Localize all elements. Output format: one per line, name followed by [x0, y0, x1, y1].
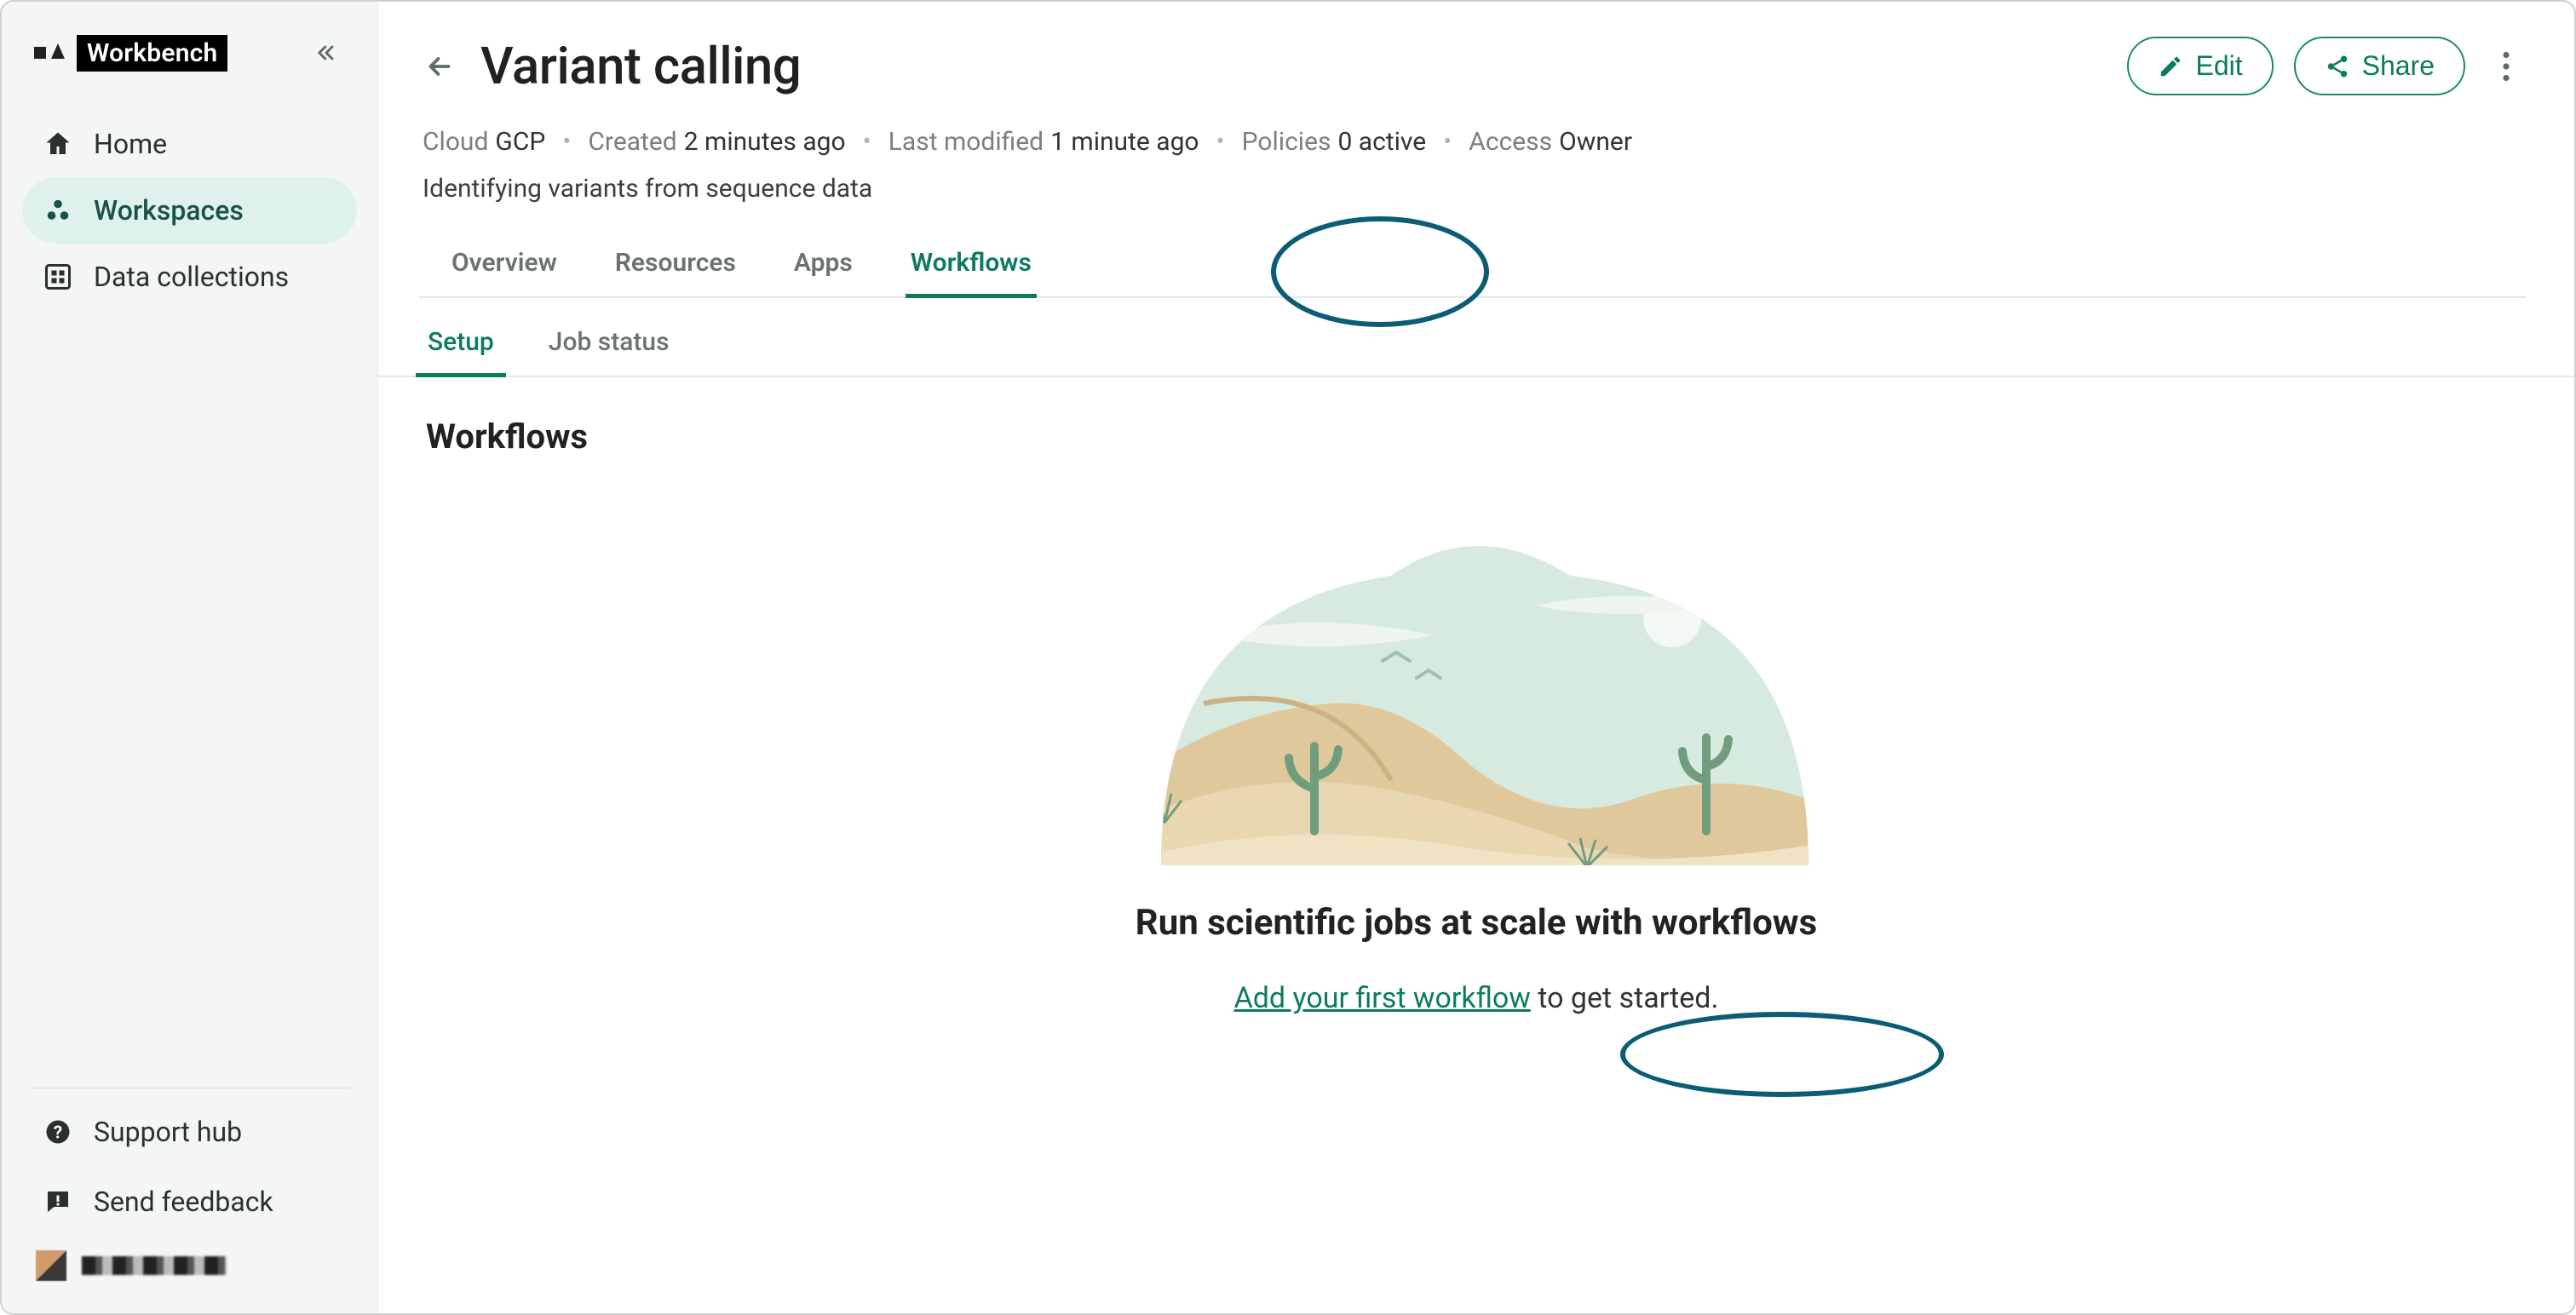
brand-badge: Workbench: [77, 35, 227, 72]
content: Workflows: [378, 377, 2574, 1054]
home-icon: [43, 129, 73, 159]
meta-modified: Last modified 1 minute ago: [888, 127, 1199, 157]
sidebar-item-data-collections[interactable]: Data collections: [22, 244, 357, 310]
action-buttons: Edit Share: [2127, 37, 2527, 95]
grid-icon: [43, 261, 73, 292]
tab-resources[interactable]: Resources: [610, 234, 741, 296]
svg-text:?: ?: [54, 1123, 62, 1144]
section-heading: Workflows: [426, 416, 2527, 457]
kebab-icon: [2501, 51, 2511, 82]
sidebar-item-home[interactable]: Home: [22, 111, 357, 177]
share-button[interactable]: Share: [2294, 37, 2465, 95]
sidebar-item-label: Send feedback: [94, 1186, 273, 1218]
empty-heading: Run scientific jobs at scale with workfl…: [1050, 902, 1902, 944]
add-first-workflow-link[interactable]: Add your first workflow: [1234, 981, 1531, 1015]
title-row: Variant calling Edit Share: [419, 36, 2527, 96]
dot-icon: •: [559, 127, 574, 157]
meta-cloud: Cloud GCP: [423, 127, 545, 157]
pencil-icon: [2158, 54, 2183, 79]
sidebar-item-label: Home: [94, 128, 167, 160]
empty-tail: to get started.: [1531, 981, 1719, 1015]
sidebar-item-label: Workspaces: [94, 194, 244, 227]
help-icon: ?: [43, 1117, 73, 1147]
meta-created: Created 2 minutes ago: [588, 127, 845, 157]
empty-subtext: Add your first workflow to get started.: [1050, 981, 1902, 1015]
main: Variant calling Edit Share: [378, 2, 2574, 1313]
dot-icon: •: [1213, 127, 1228, 157]
dot-icon: •: [1440, 127, 1455, 157]
sidebar-item-send-feedback[interactable]: Send feedback: [22, 1169, 357, 1235]
user-row[interactable]: [22, 1238, 357, 1293]
nav-section: Home Workspaces Data collections: [22, 111, 357, 1081]
desert-illustration-icon: [1110, 508, 1843, 865]
app-frame: Workbench Home Workspaces: [0, 0, 2576, 1315]
sidebar-item-support-hub[interactable]: ? Support hub: [22, 1099, 357, 1165]
meta-access: Access Owner: [1469, 127, 1632, 157]
sidebar-collapse-button[interactable]: [306, 32, 347, 73]
arrow-left-icon: [424, 51, 455, 82]
tab-overview[interactable]: Overview: [446, 234, 562, 296]
avatar: [36, 1250, 66, 1281]
brand[interactable]: Workbench: [32, 35, 227, 72]
sidebar-bottom: ? Support hub Send feedback: [22, 1099, 357, 1293]
back-button[interactable]: [419, 46, 460, 87]
header: Variant calling Edit Share: [378, 2, 2574, 308]
tab-workflows[interactable]: Workflows: [906, 234, 1037, 296]
brand-row: Workbench: [22, 32, 357, 100]
share-button-label: Share: [2362, 50, 2435, 82]
sidebar: Workbench Home Workspaces: [2, 2, 378, 1313]
feedback-icon: [43, 1186, 73, 1217]
empty-state: Run scientific jobs at scale with workfl…: [1050, 508, 1902, 1015]
tab-apps[interactable]: Apps: [789, 234, 858, 296]
tabs-secondary: Setup Job status: [378, 308, 2574, 377]
dot-icon: •: [860, 127, 875, 157]
edit-button-label: Edit: [2195, 50, 2242, 82]
edit-button[interactable]: Edit: [2127, 37, 2273, 95]
user-name-redacted: [82, 1256, 227, 1275]
sidebar-item-workspaces[interactable]: Workspaces: [22, 177, 357, 244]
chevrons-left-icon: [314, 41, 338, 65]
workspaces-icon: [43, 195, 73, 226]
brand-logo-icon: [32, 42, 66, 64]
sidebar-item-label: Data collections: [94, 261, 289, 293]
meta-row: Cloud GCP • Created 2 minutes ago • Last…: [419, 127, 2527, 157]
subtab-setup[interactable]: Setup: [423, 308, 499, 376]
subtab-job-status[interactable]: Job status: [543, 308, 675, 376]
page-title: Variant calling: [480, 36, 801, 96]
meta-policies: Policies 0 active: [1242, 127, 1427, 157]
share-icon: [2325, 54, 2350, 79]
more-menu-button[interactable]: [2486, 46, 2527, 87]
workspace-description: Identifying variants from sequence data: [419, 174, 2527, 204]
tabs-primary: Overview Resources Apps Workflows: [419, 234, 2527, 298]
sidebar-item-label: Support hub: [94, 1116, 242, 1148]
